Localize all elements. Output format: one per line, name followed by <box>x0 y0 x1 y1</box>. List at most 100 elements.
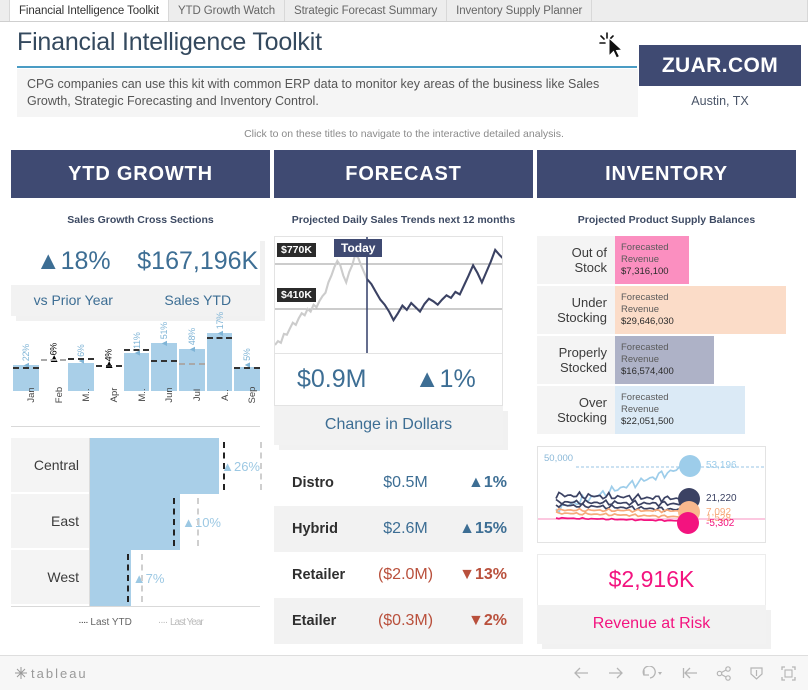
inventory-endpoint-label-proper: 21,220 <box>706 493 737 504</box>
forecast-channel-name: Hybrid <box>292 521 338 537</box>
month-bar-column[interactable]: ▲51% <box>151 322 178 391</box>
fullscreen-icon[interactable] <box>781 665 796 681</box>
monthly-growth-bar-chart[interactable]: ▲22% ▶6% ▲6% ▶4% ▲11% ▲51% ▲48% ▲17% ▲5% Jan Feb M… <box>11 312 261 427</box>
section-header-inventory[interactable]: INVENTORY <box>537 150 796 198</box>
inventory-metric-line1: Forecasted <box>621 292 669 303</box>
inventory-bar-zone: Forecasted Revenue $16,574,400 <box>615 336 786 384</box>
month-axis-tick-label: Apr <box>108 387 120 403</box>
tableau-toolbar: tableau <box>0 655 808 690</box>
ytd-kpi-sales-ytd-value[interactable]: $167,196K <box>136 236 261 285</box>
back-arrow-icon[interactable] <box>573 666 590 680</box>
forecast-channel-value: $0.5M <box>383 474 428 491</box>
month-bar-column[interactable]: ▲22% <box>13 325 39 391</box>
inventory-sparkline-chart[interactable]: 50,000 53,196 21,220 7,092 1,528 -5,302 <box>537 446 766 543</box>
region-ref-last-ytd <box>222 442 225 490</box>
tab-financial-intelligence-toolkit[interactable]: Financial Intelligence Toolkit <box>10 0 169 21</box>
month-axis-tick-label: Feb <box>53 386 65 404</box>
region-growth-bar-chart[interactable]: Central ▲26% East ▲10% West ▲7% <box>11 438 262 607</box>
month-bar[interactable] <box>68 363 95 391</box>
month-bar-column[interactable]: ▲17% <box>206 312 233 391</box>
region-bar[interactable] <box>90 494 181 550</box>
inventory-metric-value: $7,316,100 <box>621 266 669 277</box>
forecast-table-row[interactable]: Distro $0.5M ▲1% <box>274 460 523 506</box>
revenue-at-risk-value[interactable]: $2,916K <box>537 554 766 605</box>
month-axis-tick-label: M.. <box>81 388 93 402</box>
month-axis-tick: M.. <box>68 388 94 423</box>
month-bar[interactable] <box>123 353 150 391</box>
region-row[interactable]: Central ▲26% <box>11 438 262 494</box>
inventory-category-label: Out of Stock <box>537 236 615 284</box>
month-axis-tick: Jun <box>151 387 177 423</box>
month-bar-column[interactable]: ▶6% <box>40 325 67 391</box>
forecast-kpi-percent[interactable]: ▲1% <box>389 354 503 405</box>
region-chart-legend: ···· Last YTD ···· Last Year <box>11 617 270 628</box>
inventory-stocking-bars[interactable]: Out of Stock Forecasted Revenue $7,316,100 Un… <box>537 236 786 436</box>
forecast-table-row[interactable]: Retailer ($2.0M) ▼13% <box>274 552 523 598</box>
region-row[interactable]: East ▲10% <box>11 494 260 550</box>
dashboard-root: Financial Intelligence Toolkit YTD Growt… <box>0 0 808 690</box>
tab-inventory-supply-planner[interactable]: Inventory Supply Planner <box>447 0 593 21</box>
forecast-sparkline-chart[interactable]: $770K $410K Today <box>274 236 503 354</box>
inventory-bar[interactable]: Forecasted Revenue $29,646,030 <box>615 286 786 334</box>
reset-icon[interactable] <box>682 666 699 680</box>
month-axis-tick-label: M.. <box>136 388 148 402</box>
month-reference-line <box>151 360 178 362</box>
inventory-metric-line2: Revenue <box>621 254 660 265</box>
section-subtitle-inventory: Projected Product Supply Balances <box>577 214 756 226</box>
navigation-hint: Click to on these titles to navigate to … <box>244 128 564 140</box>
month-bar[interactable] <box>151 343 178 391</box>
region-name-label: West <box>11 550 89 606</box>
zuar-logo[interactable]: ZUAR.COM <box>639 45 801 86</box>
workbook-tab-bar: Financial Intelligence Toolkit YTD Growt… <box>0 0 808 22</box>
legend-last-ytd: ···· Last YTD <box>78 617 132 628</box>
forecast-table-row[interactable]: Hybrid $2.6M ▲15% <box>274 506 523 552</box>
forecast-channel-table[interactable]: Distro $0.5M ▲1% Hybrid $2.6M ▲15% Retailer ($2… <box>274 460 523 644</box>
forecast-table-row[interactable]: Etailer ($0.3M) ▼2% <box>274 598 523 644</box>
monthly-bars-container: ▲22% ▶6% ▲6% ▶4% ▲11% ▲51% ▲48% ▲17% ▲5% <box>13 312 261 391</box>
share-icon[interactable] <box>716 665 732 681</box>
month-bar-column[interactable]: ▲6% <box>68 325 95 391</box>
region-bar[interactable] <box>90 550 131 606</box>
ytd-kpi-label-sales-ytd: Sales YTD <box>164 292 232 308</box>
region-ref-last-year <box>141 554 143 602</box>
region-row[interactable]: West ▲7% <box>11 550 260 606</box>
month-bar-column[interactable]: ▲5% <box>234 325 261 391</box>
region-bar[interactable] <box>90 438 220 494</box>
forecast-channel-name: Distro <box>292 475 334 491</box>
section-subtitle-forecast: Projected Daily Sales Trends next 12 mon… <box>291 214 516 226</box>
forecast-card-footer: Change in Dollars <box>274 406 503 445</box>
tab-strategic-forecast-summary[interactable]: Strategic Forecast Summary <box>285 0 448 21</box>
inventory-bar[interactable]: Forecasted Revenue $16,574,400 <box>615 336 715 384</box>
inventory-bar[interactable]: Forecasted Revenue $22,051,500 <box>615 386 745 434</box>
tab-label: Strategic Forecast Summary <box>294 4 438 17</box>
inventory-row[interactable]: Over Stocking Forecasted Revenue $22,051,500 <box>537 386 786 436</box>
download-icon[interactable] <box>749 666 764 681</box>
revert-dropdown-icon[interactable] <box>641 666 665 680</box>
month-axis-tick-label: Jun <box>164 387 176 403</box>
dashboard-header: Financial Intelligence Toolkit CPG compa… <box>0 22 808 125</box>
month-reference-line <box>13 367 39 369</box>
section-header-forecast[interactable]: FORECAST <box>274 150 533 198</box>
month-bar-column[interactable]: ▲48% <box>179 325 205 391</box>
month-reference-line <box>234 367 261 369</box>
inventory-row[interactable]: Properly Stocked Forecasted Revenue $16,574,… <box>537 336 786 386</box>
month-bar[interactable] <box>206 333 233 391</box>
forecast-channel-name: Etailer <box>292 613 337 629</box>
revenue-at-risk-label: Revenue at Risk <box>537 605 766 644</box>
forecast-channel-value: ($2.0M) <box>377 566 434 583</box>
month-bar-column[interactable]: ▲11% <box>123 325 150 391</box>
inventory-metric-value: $29,646,030 <box>621 316 674 327</box>
ytd-kpi-card: ▲18% $167,196K vs Prior Year Sales YTD <box>11 236 260 316</box>
forecast-kpi-dollars[interactable]: $0.9M <box>275 354 389 405</box>
inventory-bar[interactable]: Forecasted Revenue $7,316,100 <box>615 236 689 284</box>
tableau-brand[interactable]: tableau <box>14 666 88 681</box>
section-header-ytd-growth[interactable]: YTD GROWTH <box>11 150 270 198</box>
forecast-channel-percent: ▼13% <box>459 566 507 583</box>
ytd-kpi-vs-prior-year-value[interactable]: ▲18% <box>11 236 136 285</box>
month-bar[interactable] <box>179 349 205 391</box>
forward-arrow-icon[interactable] <box>607 666 624 680</box>
month-bar-column[interactable]: ▶4% <box>96 325 122 391</box>
inventory-row[interactable]: Out of Stock Forecasted Revenue $7,316,100 <box>537 236 786 286</box>
tab-ytd-growth-watch[interactable]: YTD Growth Watch <box>168 0 286 21</box>
inventory-row[interactable]: Under Stocking Forecasted Revenue $29,646,03… <box>537 286 786 336</box>
